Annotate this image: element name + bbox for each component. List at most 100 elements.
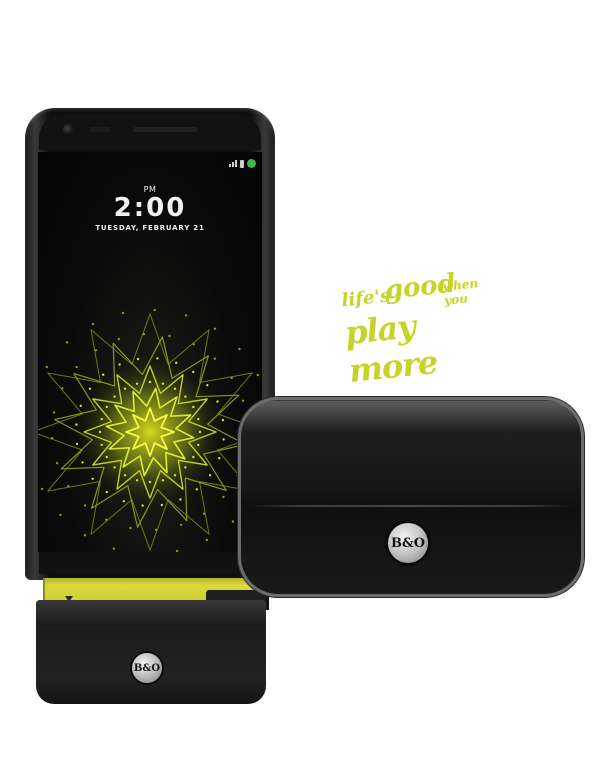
wallpaper-dot xyxy=(160,503,164,507)
lock-screen: PM 2:00 TUESDAY, FEBRUARY 21 xyxy=(38,152,262,552)
wallpaper-dot xyxy=(121,311,125,315)
wallpaper-dot xyxy=(105,405,108,409)
wallpaper-dot xyxy=(113,395,116,398)
speaker-seam xyxy=(248,505,574,507)
wallpaper-dot xyxy=(102,373,105,376)
wallpaper-dot xyxy=(75,442,79,446)
proximity-sensor xyxy=(89,127,111,132)
wallpaper-dot xyxy=(88,387,92,390)
tagline-part-4: play more xyxy=(343,307,440,390)
wallpaper-dot xyxy=(213,327,217,330)
wallpaper-dot xyxy=(179,498,182,501)
wallpaper-dot xyxy=(45,365,48,369)
wallpaper-dot xyxy=(105,518,108,521)
wallpaper-dot xyxy=(67,484,70,488)
hifi-logo-text: B&O xyxy=(133,662,161,674)
wallpaper-dot xyxy=(65,341,69,344)
wallpaper-dot xyxy=(175,361,178,364)
wallpaper-dot xyxy=(59,513,62,517)
hifi-module-top xyxy=(36,600,266,626)
wallpaper-dot xyxy=(61,387,64,390)
wallpaper-dot xyxy=(154,528,158,531)
wallpaper-dot xyxy=(230,376,233,380)
wallpaper-dot xyxy=(238,347,241,351)
speaker-rim xyxy=(244,401,578,431)
wallpaper-dot xyxy=(184,466,187,469)
wallpaper-dot xyxy=(40,487,44,491)
wallpaper-dot xyxy=(256,373,260,377)
wallpaper-dot xyxy=(142,333,146,336)
clock-date: TUESDAY, FEBRUARY 21 xyxy=(95,224,205,232)
hifi-module: B&O xyxy=(36,590,266,704)
wallpaper-dot xyxy=(129,526,132,530)
star-wallpaper xyxy=(38,308,262,552)
wallpaper-dot xyxy=(192,343,195,346)
wallpaper-dot xyxy=(208,474,212,477)
wallpaper-dot xyxy=(136,357,140,361)
tagline-part-1: life's xyxy=(340,285,392,312)
wallpaper-dot xyxy=(205,538,209,542)
wallpaper-dot xyxy=(94,349,98,352)
wallpaper-dot xyxy=(221,418,225,422)
wallpaper-dot xyxy=(173,387,177,390)
wallpaper-dot xyxy=(83,534,87,537)
wallpaper-dot xyxy=(197,443,200,447)
wallpaper-dot xyxy=(51,436,54,440)
wallpaper-dot xyxy=(113,466,116,469)
wallpaper-dot xyxy=(135,382,139,385)
bang-olufsen-logo-icon: B&O xyxy=(132,653,162,683)
wallpaper-dot xyxy=(81,461,84,464)
wallpaper-dot xyxy=(75,423,78,426)
wallpaper-dot xyxy=(83,504,87,507)
wallpaper-dot xyxy=(141,504,144,507)
wallpaper-dot xyxy=(173,474,177,477)
wallpaper-dot xyxy=(192,370,195,374)
wallpaper-dot xyxy=(98,430,102,434)
wallpaper-dot xyxy=(222,438,225,441)
wallpaper-dot xyxy=(198,430,202,434)
wallpaper-dot xyxy=(100,417,103,421)
lg-status-icon xyxy=(247,159,256,168)
wallpaper-dot xyxy=(206,384,209,387)
wallpaper-dot xyxy=(231,520,235,523)
wallpaper-dot xyxy=(105,490,109,494)
phone-bottom-bezel xyxy=(39,552,261,574)
wallpaper-dot xyxy=(202,512,206,515)
wallpaper-dot xyxy=(75,365,78,369)
wallpaper-dot xyxy=(105,455,108,459)
wallpaper-dot xyxy=(100,443,103,447)
wallpaper-dot xyxy=(184,395,187,398)
wallpaper-dot xyxy=(218,457,221,460)
product-image: PM 2:00 TUESDAY, FEBRUARY 21 B&O life's … xyxy=(0,0,595,768)
battery-icon xyxy=(240,159,244,168)
wallpaper-dot xyxy=(91,322,95,326)
wallpaper-dot xyxy=(135,479,139,482)
status-bar xyxy=(229,159,256,168)
wallpaper-dot xyxy=(123,387,127,390)
clock-block: PM 2:00 TUESDAY, FEBRUARY 21 xyxy=(38,185,262,232)
wallpaper-dot xyxy=(52,411,56,414)
signal-icon xyxy=(229,160,237,167)
wallpaper-dot xyxy=(184,314,188,317)
wallpaper-dot xyxy=(168,334,171,338)
wallpaper-dot xyxy=(153,308,156,312)
wallpaper-dot xyxy=(148,480,152,484)
wallpaper-dot xyxy=(192,455,195,459)
wallpaper-dot xyxy=(241,399,245,402)
wallpaper-dot xyxy=(180,523,183,527)
wallpaper-dot xyxy=(161,479,165,482)
wallpaper-dot xyxy=(156,357,159,360)
tagline: life's good when you play more xyxy=(339,256,508,390)
wallpaper-dot xyxy=(91,477,94,480)
bang-olufsen-logo-icon: B&O xyxy=(388,523,428,563)
speaker-box: B&O xyxy=(238,397,584,597)
wallpaper-dot xyxy=(192,405,195,409)
wallpaper-dot xyxy=(117,337,121,341)
wallpaper-dot xyxy=(216,400,219,403)
wallpaper-dot xyxy=(118,363,121,366)
wallpaper-dot xyxy=(79,404,82,407)
earpiece xyxy=(133,127,197,132)
wallpaper-dot xyxy=(123,474,127,477)
wallpaper-dot xyxy=(122,500,126,503)
wallpaper-dot xyxy=(213,357,217,360)
